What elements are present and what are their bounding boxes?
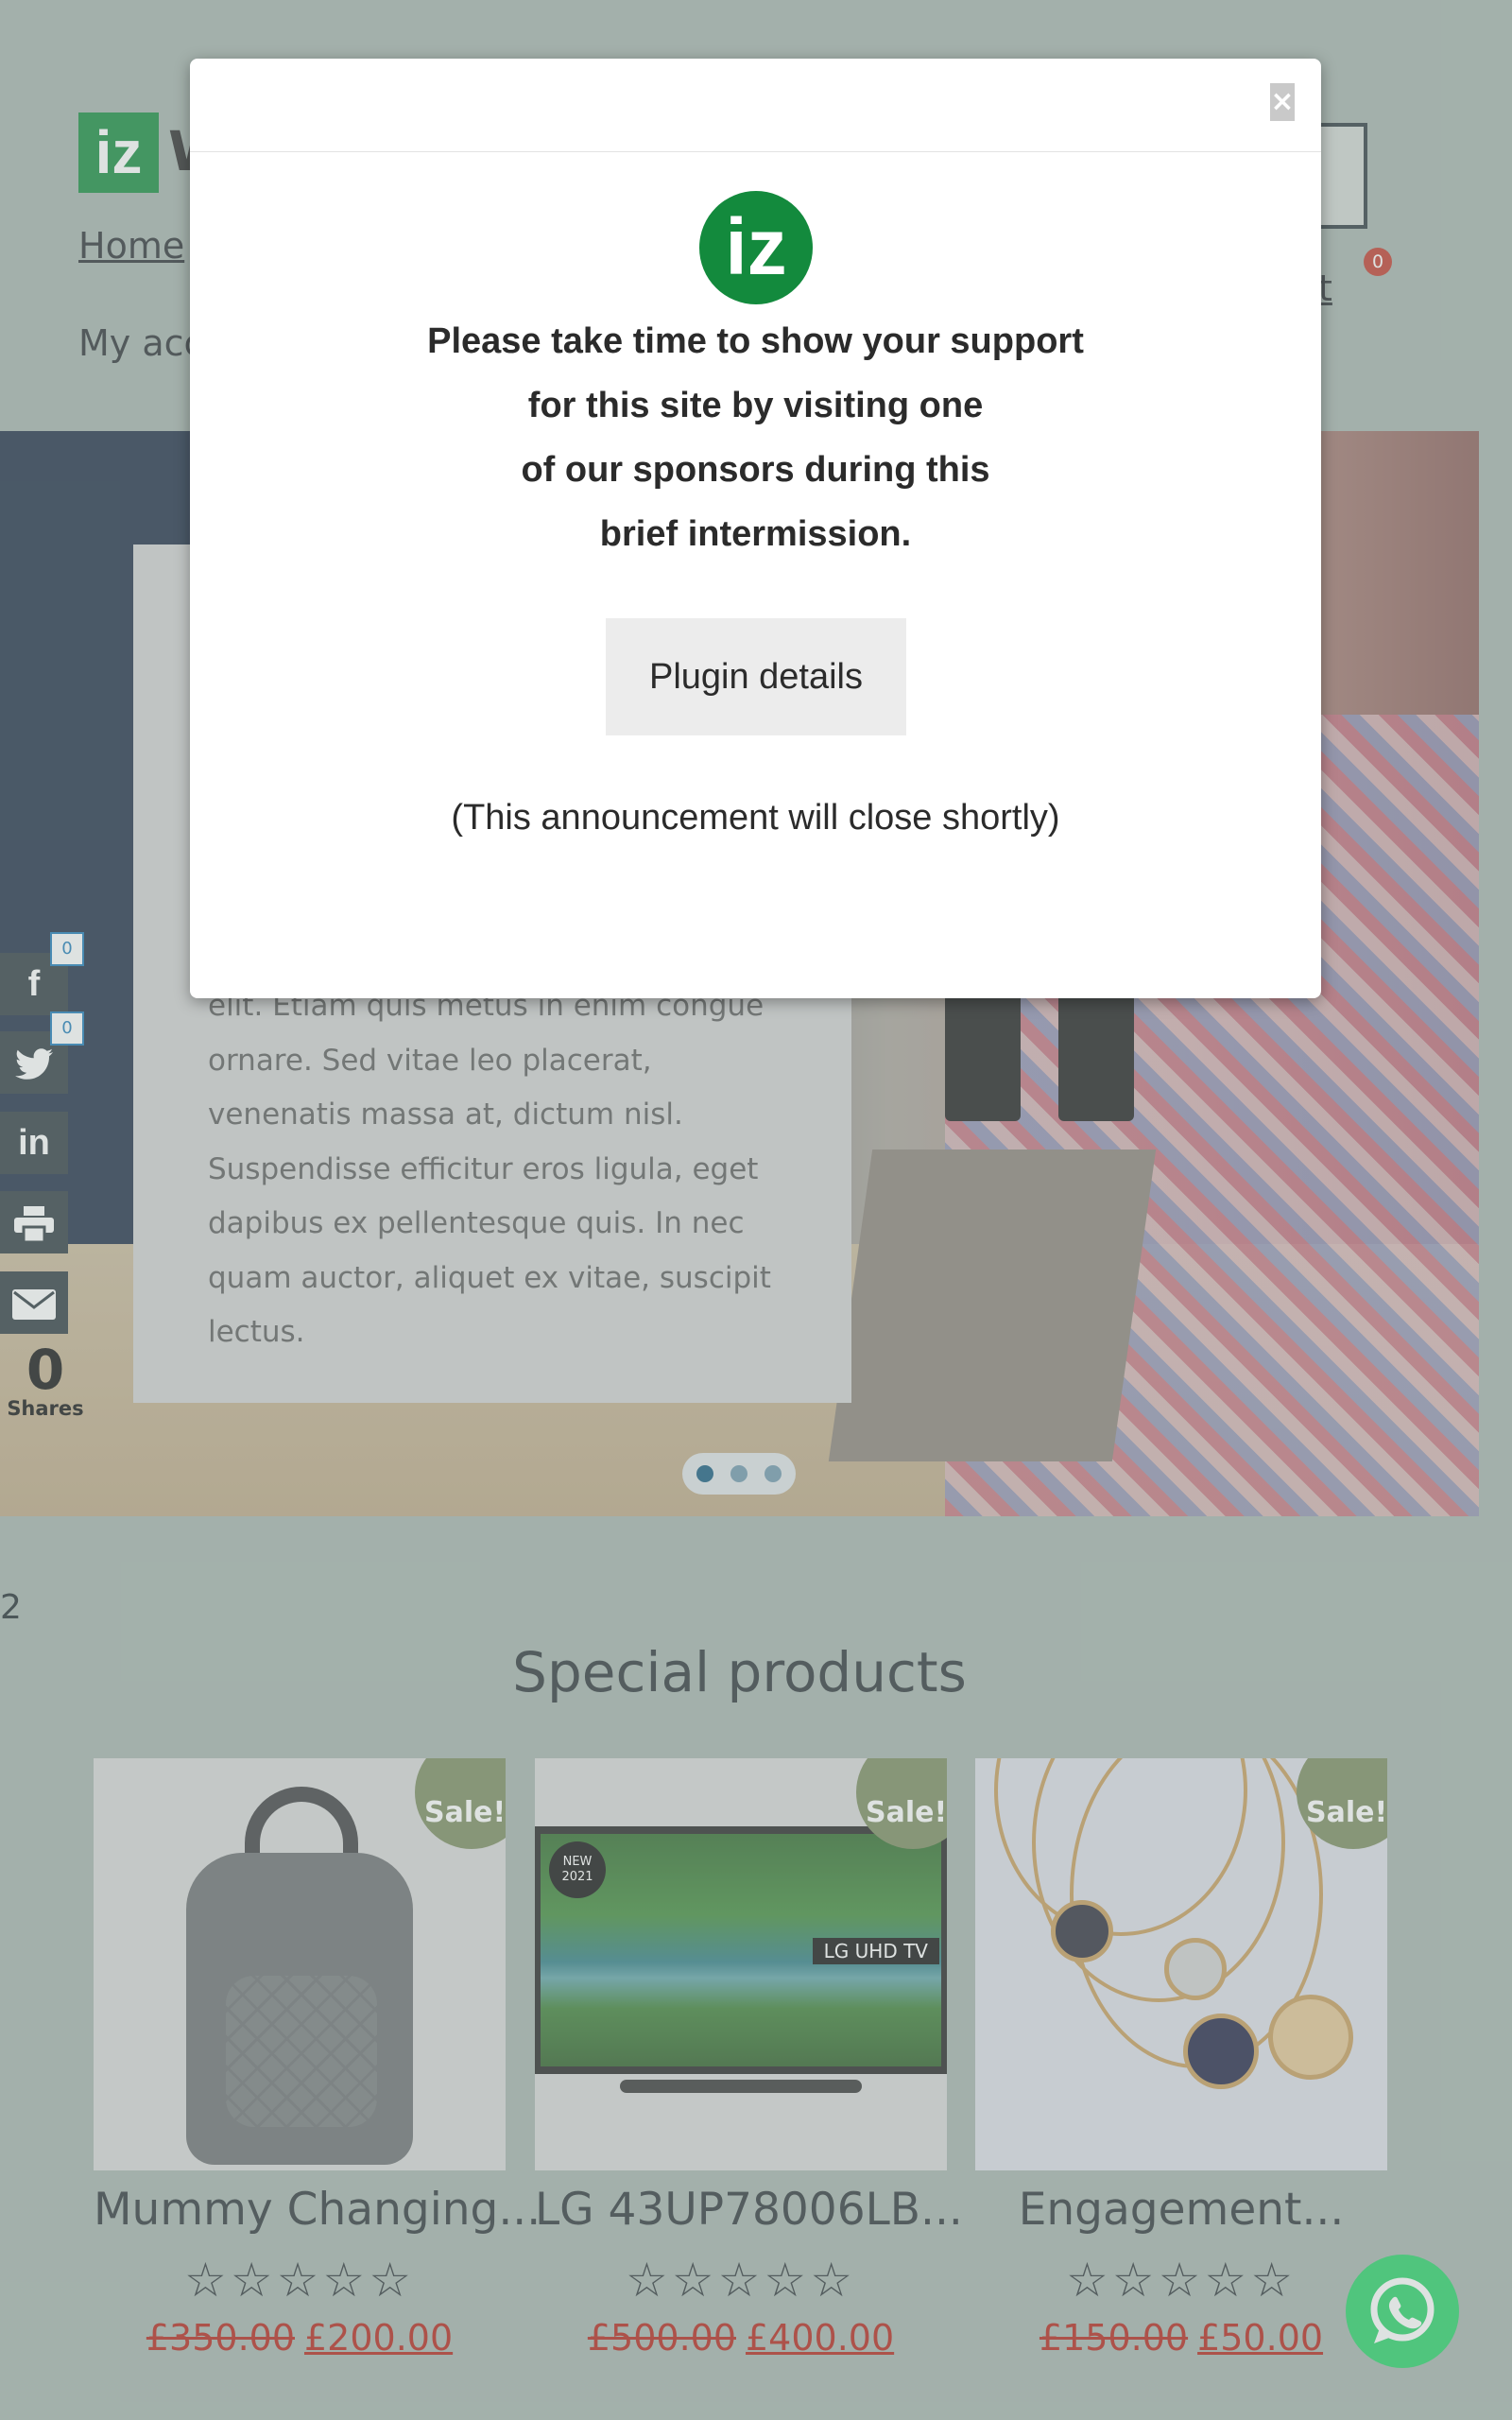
sponsor-modal: × iz Please take time to show your suppo… — [190, 59, 1321, 998]
modal-message-line: Please take time to show your support — [427, 321, 1084, 361]
modal-message: Please take time to show your support fo… — [190, 309, 1321, 566]
modal-message-line: for this site by visiting one — [527, 386, 984, 425]
modal-close-note: (This announcement will close shortly) — [451, 798, 1060, 838]
plugin-details-button[interactable]: Plugin details — [606, 618, 906, 735]
modal-message-line: brief intermission. — [599, 514, 912, 554]
modal-logo: iz — [699, 191, 813, 304]
modal-message-line: of our sponsors during this — [521, 450, 990, 490]
close-icon[interactable]: × — [1270, 83, 1295, 121]
modal-header: × — [190, 59, 1321, 152]
